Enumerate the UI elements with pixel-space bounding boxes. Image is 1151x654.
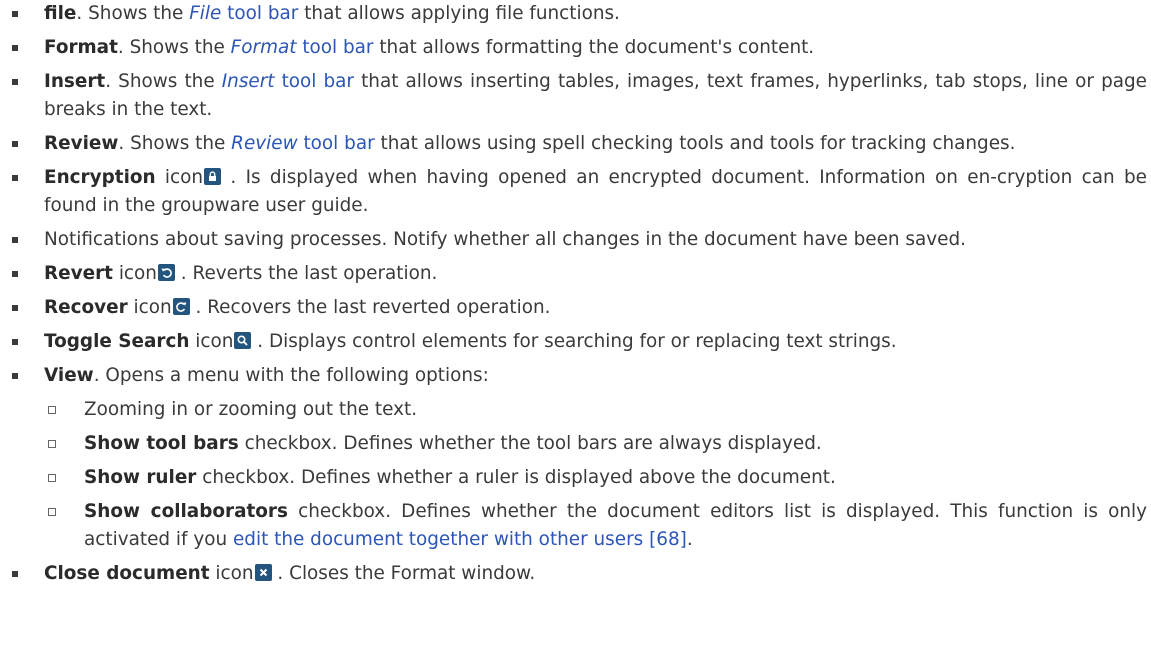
item-term: Insert bbox=[44, 71, 106, 92]
redo-icon bbox=[172, 298, 190, 315]
list-item-notifications: Notifications about saving processes. No… bbox=[0, 226, 1151, 254]
close-icon bbox=[254, 564, 272, 581]
search-icon bbox=[234, 332, 252, 349]
list-item-review: Review. Shows the Review tool bar that a… bbox=[0, 130, 1151, 158]
item-term: Format bbox=[44, 37, 118, 58]
list-item-revert: Revert icon . Reverts the last operation… bbox=[0, 260, 1151, 288]
item-term: Review bbox=[44, 133, 119, 154]
review-toolbar-link[interactable]: Review tool bar bbox=[231, 133, 374, 154]
item-term: Encryption bbox=[44, 167, 156, 188]
view-options-list: Zooming in or zooming out the text. Show… bbox=[44, 396, 1147, 554]
list-item-recover: Recover icon . Recovers the last reverte… bbox=[0, 294, 1151, 322]
lock-icon bbox=[204, 168, 222, 185]
file-toolbar-link[interactable]: File tool bar bbox=[189, 3, 298, 24]
list-item-toggle-search: Toggle Search icon . Displays control el… bbox=[0, 328, 1151, 356]
item-term: file bbox=[44, 3, 77, 24]
list-item-insert: Insert. Shows the Insert tool bar that a… bbox=[0, 68, 1151, 124]
insert-toolbar-link[interactable]: Insert tool bar bbox=[222, 71, 354, 92]
collaboration-link[interactable]: edit the document together with other us… bbox=[233, 529, 687, 550]
sub-item-zoom: Zooming in or zooming out the text. bbox=[44, 396, 1147, 424]
item-term: Recover bbox=[44, 297, 128, 318]
item-term: Revert bbox=[44, 263, 113, 284]
sub-item-show-collaborators: Show collaborators checkbox. Defines whe… bbox=[44, 498, 1147, 554]
list-item-format: Format. Shows the Format tool bar that a… bbox=[0, 34, 1151, 62]
format-toolbar-link[interactable]: Format tool bar bbox=[231, 37, 374, 58]
list-item-view: View. Opens a menu with the following op… bbox=[0, 362, 1151, 554]
sub-item-show-tool-bars: Show tool bars checkbox. Defines whether… bbox=[44, 430, 1147, 458]
item-term: Toggle Search bbox=[44, 331, 190, 352]
list-item-close-document: Close document icon . Closes the Format … bbox=[0, 560, 1151, 588]
sub-item-show-ruler: Show ruler checkbox. Defines whether a r… bbox=[44, 464, 1147, 492]
undo-icon bbox=[157, 264, 175, 281]
list-item-encryption: Encryption icon . Is displayed when havi… bbox=[0, 164, 1151, 220]
item-term: View bbox=[44, 365, 94, 386]
item-term: Close document bbox=[44, 563, 210, 584]
list-item-file: file. Shows the File tool bar that allow… bbox=[0, 0, 1151, 28]
toolbar-description-list: file. Shows the File tool bar that allow… bbox=[0, 0, 1151, 588]
